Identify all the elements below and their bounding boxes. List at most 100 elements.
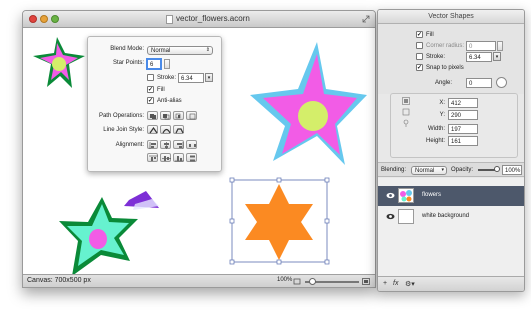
height-field[interactable]: 161 [448, 136, 478, 146]
visibility-eye-icon[interactable] [386, 192, 395, 199]
blending-value: Normal [415, 168, 435, 174]
filters-icon[interactable]: fx [393, 280, 398, 287]
alignment-label: Alignment: [115, 142, 144, 148]
align-bottom-button[interactable] [173, 153, 184, 162]
align-center-button[interactable] [160, 140, 171, 149]
canvas-size-label: Canvas: 700x500 px [27, 277, 91, 284]
fullscreen-icon[interactable] [362, 15, 370, 23]
star-points-label: Star Points: [112, 60, 144, 66]
layer-thumbnail-white-background [398, 209, 414, 224]
stroke-label: Stroke: [157, 75, 177, 81]
star-points-stepper[interactable] [164, 59, 170, 69]
flower-pink-cyan[interactable] [250, 42, 367, 165]
vector-shapes-inspector: Vector Shapes Fill Corner radius: 0 Stro… [377, 9, 525, 292]
zoom-slider-thumb[interactable] [309, 278, 316, 285]
status-bar: Canvas: 700x500 px 100% [23, 274, 375, 287]
title-bar: vector_flowers.acorn [23, 11, 375, 28]
document-title: vector_flowers.acorn [176, 14, 250, 23]
inspector-stroke-checkbox[interactable] [416, 53, 423, 60]
selected-orange-star[interactable] [229, 177, 330, 265]
fill-checkbox[interactable] [147, 86, 154, 93]
corner-radius-label: Corner radius: [426, 43, 465, 49]
opacity-slider-thumb[interactable] [494, 166, 500, 172]
blend-mode-label: Blend Mode: [110, 46, 144, 52]
align-top-button[interactable] [147, 153, 158, 162]
corner-radius-stepper[interactable] [497, 41, 503, 51]
path-exclude-button[interactable] [186, 111, 197, 120]
flower-green-pink[interactable] [33, 37, 85, 88]
opacity-label: Opacity: [451, 167, 474, 173]
layer-name-white-background: white background [422, 213, 470, 219]
gear-menu-icon[interactable]: ⚙▾ [405, 280, 415, 288]
x-field[interactable]: 412 [448, 98, 478, 108]
angle-label: Angle: [434, 80, 452, 86]
purple-star-behind-hud [124, 191, 159, 210]
path-intersect-button[interactable] [173, 111, 184, 120]
distribute-horizontal-button[interactable] [186, 140, 197, 149]
blending-label: Blending: [381, 167, 407, 173]
zoom-window-button[interactable] [51, 15, 59, 23]
line-join-label: Line Join Style: [103, 127, 144, 133]
path-operations-label: Path Operations: [98, 113, 144, 119]
line-join-miter-button[interactable] [147, 125, 158, 134]
stroke-checkbox[interactable] [147, 74, 154, 81]
layer-row-white-background[interactable]: white background [378, 207, 524, 227]
popup-arrows-icon: ▾ [441, 167, 444, 173]
inspector-stroke-label: Stroke: [426, 54, 446, 60]
stroke-width-field[interactable]: 6.34 [178, 73, 204, 83]
stroke-width-dropdown[interactable]: ▾ [205, 73, 213, 82]
distribute-vertical-button[interactable] [186, 153, 197, 162]
layer-blending-row: Blending: Normal ▾ Opacity: 100% [378, 162, 524, 177]
geometry-box: X: 412 Y: 290 Width: 197 Height: 161 [390, 93, 518, 158]
fill-label: Fill [157, 87, 165, 93]
opacity-field[interactable]: 100% [502, 165, 522, 175]
blending-popup[interactable]: Normal ▾ [411, 166, 447, 175]
inspector-fill-label: Fill [426, 32, 434, 38]
zoom-in-icon[interactable] [362, 278, 370, 285]
line-join-bevel-button[interactable] [173, 125, 184, 134]
zoom-out-icon[interactable] [293, 278, 301, 285]
shape-properties-section: Fill Corner radius: 0 Stroke: 6.34 ▾ Sna… [378, 24, 524, 94]
layer-name-flowers: flowers [422, 192, 442, 198]
close-window-button[interactable] [29, 15, 37, 23]
path-union-button[interactable] [147, 111, 158, 120]
align-left-button[interactable] [147, 140, 158, 149]
inspector-stroke-field[interactable]: 6.34 [466, 52, 492, 62]
layer-row-flowers[interactable]: flowers [378, 186, 524, 206]
flower-mint-green[interactable] [59, 197, 138, 276]
layer-thumbnail-flowers [398, 188, 414, 203]
align-right-button[interactable] [173, 140, 184, 149]
visibility-eye-icon[interactable] [386, 213, 395, 220]
inspector-fill-checkbox[interactable] [416, 31, 423, 38]
inspector-stroke-dropdown[interactable]: ▾ [493, 52, 501, 61]
y-field[interactable]: 290 [448, 110, 478, 120]
inspector-title: Vector Shapes [378, 10, 524, 24]
angle-field[interactable]: 0 [466, 78, 492, 88]
zoom-slider[interactable] [305, 278, 359, 285]
zoom-level: 100% [277, 277, 293, 283]
layers-list: flowers white background [378, 178, 524, 278]
blend-mode-value: Normal [151, 48, 171, 54]
shape-options-hud: Blend Mode: Normal ⇕ Star Points: 6 Stro… [87, 36, 222, 172]
opacity-slider[interactable] [478, 166, 500, 172]
path-subtract-button[interactable] [160, 111, 171, 120]
align-middle-button[interactable] [160, 153, 171, 162]
width-field[interactable]: 197 [448, 124, 478, 134]
star-points-field[interactable]: 6 [146, 58, 162, 70]
blend-mode-popup[interactable]: Normal ⇕ [147, 46, 213, 55]
popup-arrows-icon: ⇕ [205, 47, 210, 53]
line-join-round-button[interactable] [160, 125, 171, 134]
width-label: Width: [427, 126, 445, 132]
add-layer-icon[interactable]: + [383, 280, 387, 287]
corner-radius-field[interactable]: 0 [466, 41, 496, 51]
inspector-footer: + fx ⚙▾ [378, 276, 524, 291]
snap-to-pixels-checkbox[interactable] [416, 64, 423, 71]
antialias-label: Anti-alias [157, 98, 182, 104]
document-icon [166, 15, 173, 24]
height-label: Height: [425, 138, 445, 144]
minimize-window-button[interactable] [40, 15, 48, 23]
snap-to-pixels-label: Snap to pixels [426, 65, 464, 71]
angle-dial[interactable] [496, 77, 507, 88]
corner-radius-checkbox[interactable] [416, 42, 423, 49]
antialias-checkbox[interactable] [147, 97, 154, 104]
